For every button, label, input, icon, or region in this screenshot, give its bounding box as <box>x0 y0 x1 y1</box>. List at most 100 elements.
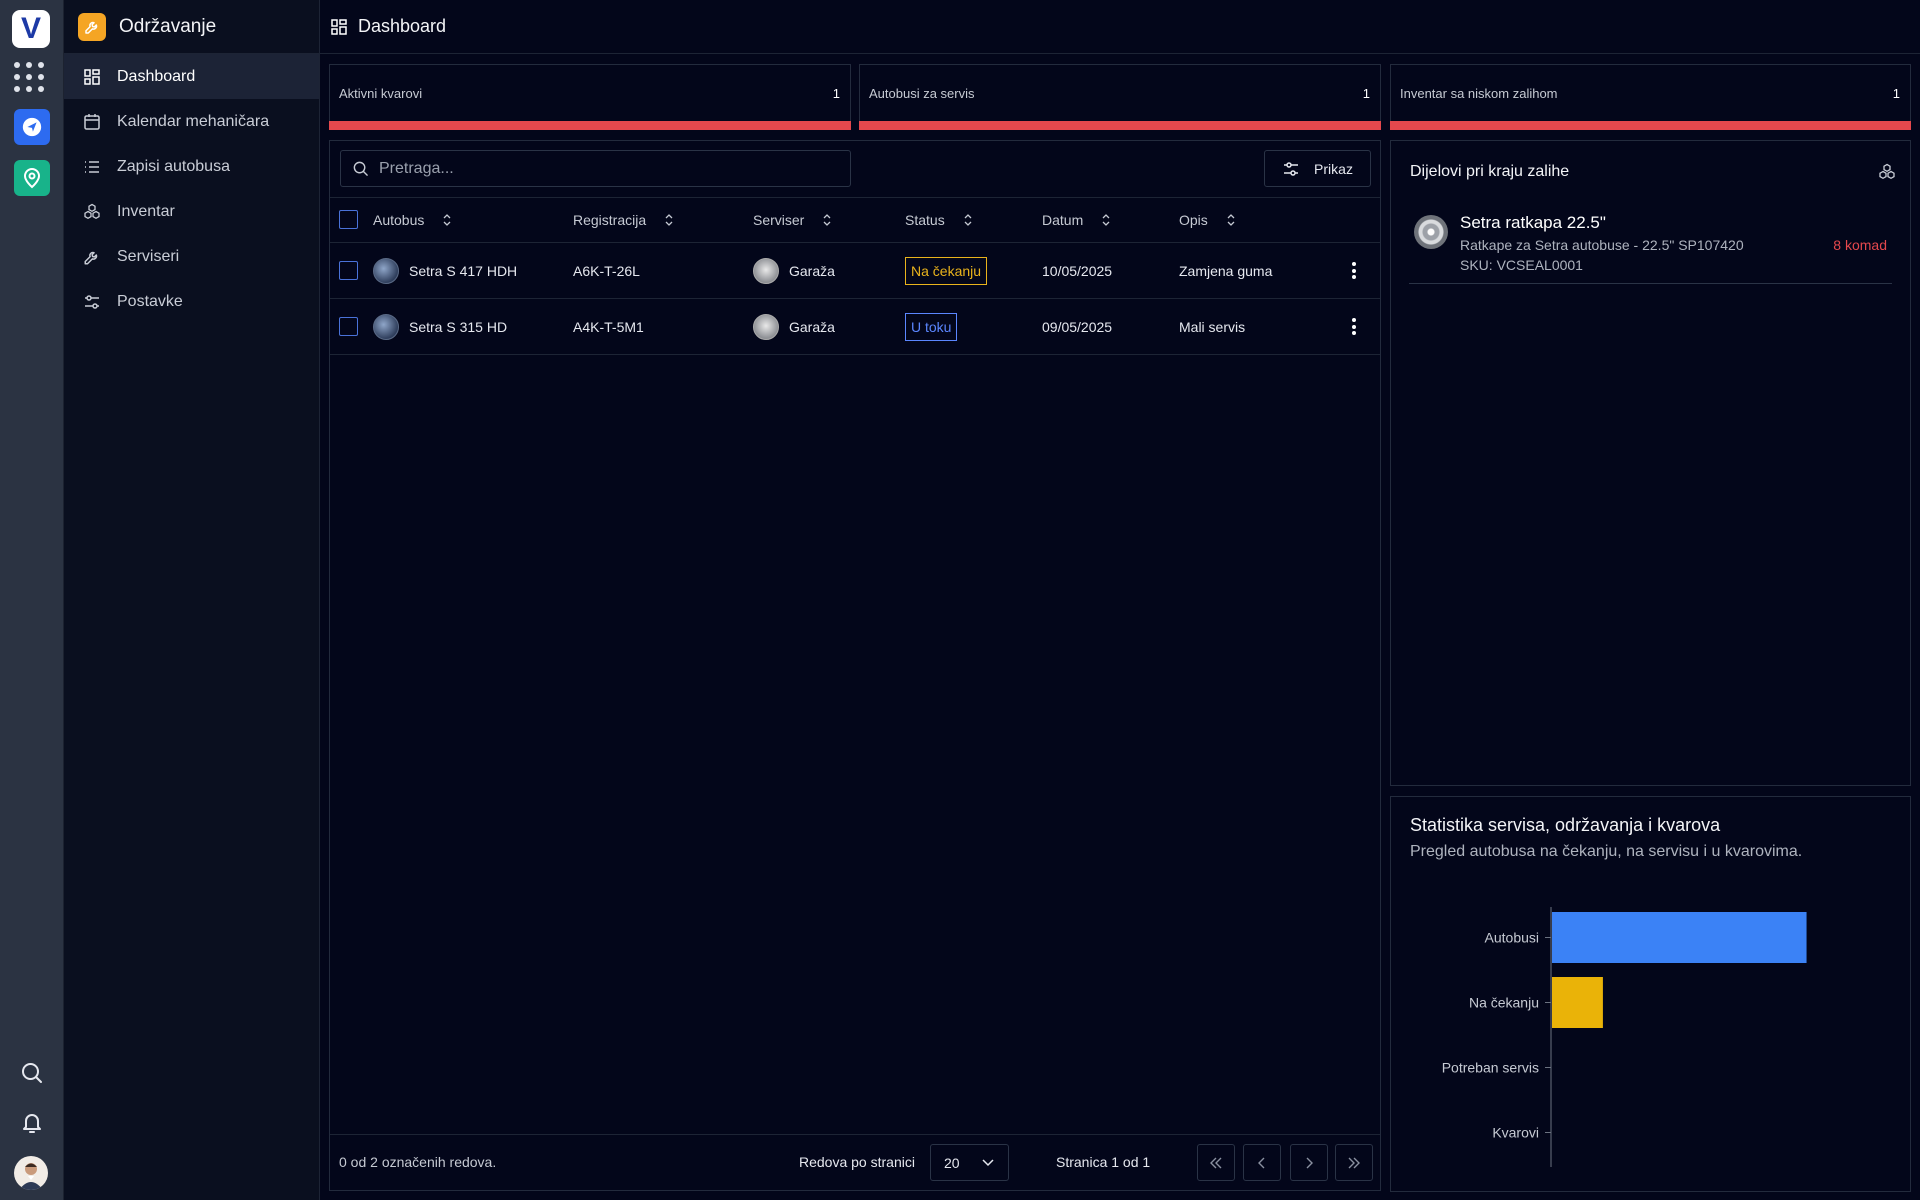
cubes-icon <box>1878 163 1896 184</box>
status-cell: Na čekanju <box>905 243 988 298</box>
first-page-button[interactable] <box>1197 1144 1235 1181</box>
view-options-button[interactable]: Prikaz <box>1264 150 1371 187</box>
page-info: Stranica 1 od 1 <box>1056 1154 1151 1170</box>
stat-alert-bar <box>859 121 1381 130</box>
stat-label: Autobusi za servis <box>869 86 975 101</box>
select-all-checkbox[interactable] <box>339 210 358 229</box>
row-checkbox[interactable] <box>339 317 358 336</box>
dashboard-icon <box>84 68 100 85</box>
bus-name: Setra S 417 HDH <box>409 262 518 279</box>
next-page-button[interactable] <box>1290 1144 1328 1181</box>
chart-bar[interactable] <box>1552 912 1807 963</box>
table-row[interactable]: Setra S 315 HD A4K-T-5M1 Garaža U toku 0… <box>330 299 1380 355</box>
status-cell: U toku <box>905 299 958 354</box>
low-stock-item[interactable]: Setra ratkapa 22.5" Ratkape za Setra aut… <box>1409 206 1892 284</box>
sidebar-item-dashboard[interactable]: Dashboard <box>64 54 319 99</box>
status-badge: U toku <box>905 312 958 341</box>
column-label: Autobus <box>373 212 425 228</box>
row-actions-icon[interactable] <box>1352 318 1356 335</box>
page-title: Dashboard <box>358 16 447 36</box>
sort-icon <box>823 214 831 226</box>
sort-icon <box>665 214 673 226</box>
mechanic-cell: Garaža <box>753 299 835 354</box>
sidebar-item-label: Postavke <box>117 292 183 310</box>
registration-cell: A4K-T-5M1 <box>573 318 644 335</box>
stat-card-active-faults[interactable]: Aktivni kvarovi 1 <box>329 64 851 130</box>
sidebar-item-calendar[interactable]: Kalendar mehaničara <box>64 99 319 144</box>
stat-value: 1 <box>1362 86 1370 101</box>
user-avatar[interactable] <box>14 1156 48 1190</box>
mechanic-name: Garaža <box>789 318 835 335</box>
sort-icon <box>1227 214 1235 226</box>
column-label: Status <box>905 212 945 228</box>
rows-per-page-label: Redova po stranici <box>799 1154 915 1170</box>
bus-avatar <box>373 257 399 284</box>
status-badge: Na čekanju <box>905 256 988 285</box>
part-sku: SKU: VCSEAL0001 <box>1460 257 1583 273</box>
date-cell: 09/05/2025 <box>1042 318 1113 335</box>
bus-avatar <box>373 313 399 340</box>
low-stock-title: Dijelovi pri kraju zalihe <box>1410 163 1570 180</box>
sidebar-item-label: Zapisi autobusa <box>117 157 230 175</box>
wrench-icon <box>84 251 98 264</box>
sidebar-item-label: Inventar <box>117 202 175 220</box>
app-rail: V <box>0 0 64 1200</box>
column-header-mechanic[interactable]: Serviser <box>753 198 832 242</box>
stat-value: 1 <box>832 86 840 101</box>
sidebar-item-label: Kalendar mehaničara <box>117 112 270 130</box>
cubes-icon <box>84 203 100 219</box>
mechanic-name: Garaža <box>789 262 835 279</box>
apps-grid-icon[interactable] <box>14 62 50 94</box>
service-table-panel: Prikaz Autobus Registracija Serviser Sta… <box>329 140 1381 1191</box>
search-icon[interactable] <box>18 1059 46 1087</box>
stat-alert-bar <box>329 121 851 130</box>
stat-label: Inventar sa niskom zalihom <box>1400 86 1558 101</box>
column-header-bus[interactable]: Autobus <box>373 198 452 242</box>
send-app-icon[interactable] <box>14 109 50 145</box>
hubcap-thumbnail <box>1414 215 1448 249</box>
last-page-button[interactable] <box>1335 1144 1373 1181</box>
column-header-description[interactable]: Opis <box>1179 198 1236 242</box>
column-header-date[interactable]: Datum <box>1042 198 1111 242</box>
chart-category-label: Autobusi <box>1485 930 1539 946</box>
sidebar-item-inventory[interactable]: Inventar <box>64 189 319 234</box>
chevron-right-icon <box>1306 1157 1313 1168</box>
stat-card-buses-for-service[interactable]: Autobusi za servis 1 <box>859 64 1381 130</box>
search-box[interactable] <box>340 150 851 187</box>
column-header-status[interactable]: Status <box>905 198 973 242</box>
chevrons-left-icon <box>1210 1157 1222 1168</box>
sidebar-item-label: Serviseri <box>117 247 180 265</box>
column-header-registration[interactable]: Registracija <box>573 198 674 242</box>
previous-page-button[interactable] <box>1243 1144 1281 1181</box>
stats-chart-panel: Statistika servisa, održavanja i kvarova… <box>1390 796 1911 1192</box>
column-label: Datum <box>1042 212 1084 228</box>
bell-icon[interactable] <box>18 1108 46 1136</box>
sidebar-item-settings[interactable]: Postavke <box>64 279 319 324</box>
chevrons-right-icon <box>1348 1157 1360 1168</box>
bus-cell: Setra S 315 HD <box>373 299 507 354</box>
row-actions-icon[interactable] <box>1352 262 1356 279</box>
bus-cell: Setra S 417 HDH <box>373 243 517 298</box>
app-name: Održavanje <box>119 15 217 37</box>
chart-bar[interactable] <box>1552 977 1603 1028</box>
stat-card-low-inventory[interactable]: Inventar sa niskom zalihom 1 <box>1390 64 1911 130</box>
search-input[interactable] <box>379 159 819 178</box>
sort-icon <box>1102 214 1110 226</box>
page-header: Dashboard <box>320 0 1920 54</box>
sliders-icon <box>1284 161 1299 176</box>
stat-label: Aktivni kvarovi <box>339 86 423 101</box>
sidebar-item-bus-records[interactable]: Zapisi autobusa <box>64 144 319 189</box>
column-label: Opis <box>1179 212 1208 228</box>
row-checkbox[interactable] <box>339 261 358 280</box>
registration-cell: A6K-T-26L <box>573 262 640 279</box>
part-quantity: 8 komad <box>1833 237 1887 253</box>
location-app-icon[interactable] <box>14 160 50 196</box>
sidebar-item-mechanics[interactable]: Serviseri <box>64 234 319 279</box>
chevron-down-icon <box>982 1158 994 1166</box>
rows-per-page-select[interactable]: 20 <box>930 1144 1009 1181</box>
low-stock-panel: Dijelovi pri kraju zalihe Setra ratkapa … <box>1390 140 1911 786</box>
table-row[interactable]: Setra S 417 HDH A6K-T-26L Garaža Na čeka… <box>330 243 1380 299</box>
stat-value: 1 <box>1892 86 1900 101</box>
vendor-logo[interactable]: V <box>12 10 50 48</box>
sort-icon <box>964 214 972 226</box>
